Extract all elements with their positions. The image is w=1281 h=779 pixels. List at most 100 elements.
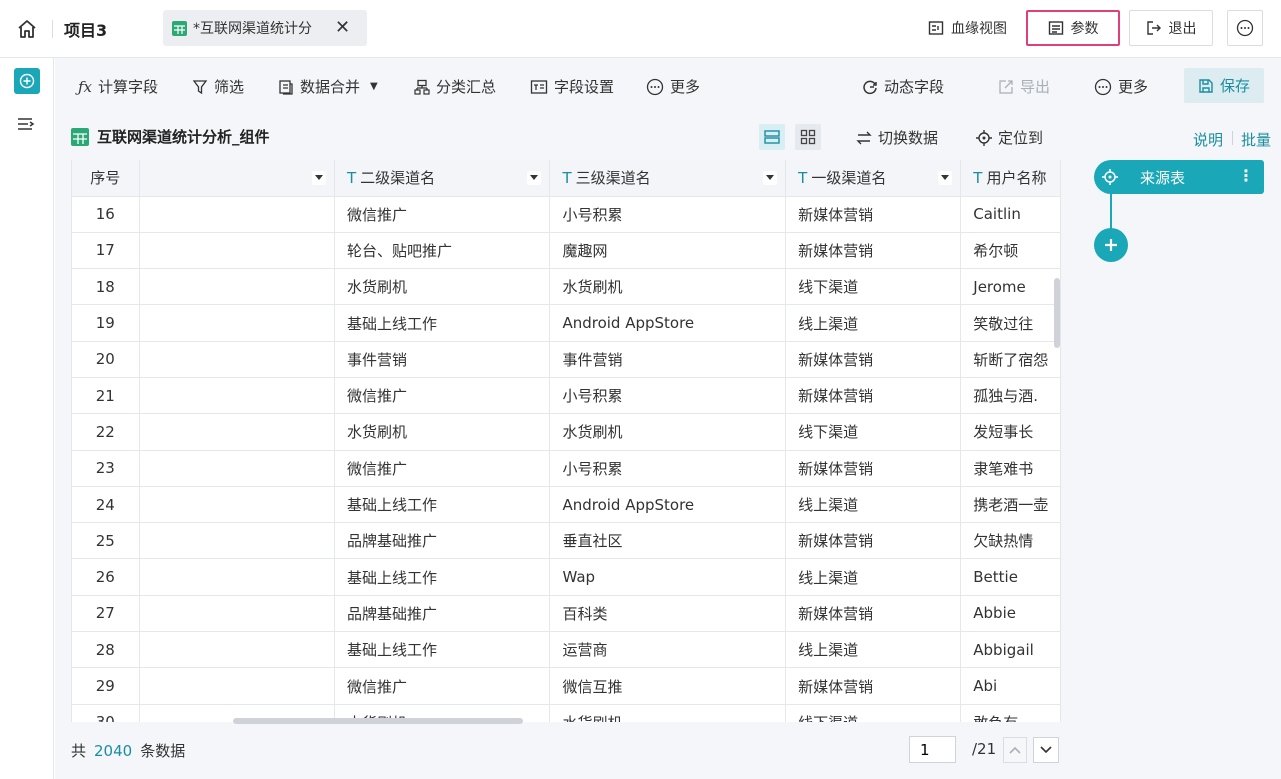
prev-page-icon[interactable] bbox=[1003, 737, 1027, 763]
more-right-button[interactable]: 更多 bbox=[1094, 76, 1148, 97]
params-icon bbox=[1048, 21, 1063, 35]
panel-title-text: 互联网渠道统计分析_组件 bbox=[97, 128, 270, 146]
group-icon bbox=[414, 79, 430, 95]
table-row[interactable]: 18 水货刷机 水货刷机 线下渠道 Jerome bbox=[72, 268, 1061, 306]
table-cell: 21 bbox=[72, 377, 140, 415]
table-row[interactable]: 29 微信推广 微信互推 新媒体营销 Abi bbox=[72, 667, 1061, 705]
add-node-icon[interactable] bbox=[1094, 228, 1128, 262]
data-table: 序号 T 二级渠道名 T 三级渠道名 T 一级渠道名 T 用户名称 16 微信推… bbox=[71, 160, 1061, 722]
merge-button[interactable]: 数据合并 ▼ bbox=[278, 76, 378, 97]
text-type-icon: T bbox=[562, 169, 572, 188]
batch-link[interactable]: 批量 bbox=[1241, 129, 1271, 150]
table-row[interactable]: 24 基础上线工作 Android AppStore 线上渠道 携老酒一壶 bbox=[72, 486, 1061, 524]
more-right-label: 更多 bbox=[1118, 78, 1149, 96]
next-page-icon[interactable] bbox=[1033, 737, 1059, 763]
group-summary-label: 分类汇总 bbox=[436, 78, 497, 96]
vertical-scrollbar[interactable] bbox=[1054, 278, 1060, 348]
source-table-node[interactable]: 来源表 ⋮ bbox=[1094, 160, 1264, 194]
row-view-icon[interactable] bbox=[759, 124, 785, 150]
switch-data-button[interactable]: 切换数据 bbox=[856, 127, 938, 148]
table-cell: 新媒体营销 bbox=[785, 595, 962, 633]
export-button[interactable]: 导出 bbox=[998, 76, 1050, 97]
column-header[interactable]: T 用户名称 bbox=[960, 160, 1061, 197]
table-cell: 轮台、贴吧推广 bbox=[334, 232, 551, 270]
project-name[interactable]: 项目3 bbox=[64, 17, 107, 41]
filter-icon bbox=[192, 79, 208, 94]
table-row[interactable]: 20 事件营销 事件营销 新媒体营销 斩断了宿怨 bbox=[72, 341, 1061, 378]
table-cell: 微信推广 bbox=[334, 450, 551, 487]
column-header[interactable] bbox=[139, 160, 335, 197]
table-cell bbox=[139, 667, 335, 705]
list-icon[interactable] bbox=[16, 116, 38, 136]
more-left-label: 更多 bbox=[670, 78, 701, 96]
table-row[interactable]: 27 品牌基础推广 百科类 新媒体营销 Abbie bbox=[72, 595, 1061, 633]
explain-link[interactable]: 说明 bbox=[1193, 129, 1223, 150]
kebab-menu-icon[interactable]: ⋮ bbox=[1238, 166, 1254, 185]
table-row[interactable]: 26 基础上线工作 Wap 线上渠道 Bettie bbox=[72, 558, 1061, 596]
group-summary-button[interactable]: 分类汇总 bbox=[414, 76, 496, 97]
locate-icon bbox=[1094, 169, 1126, 185]
calc-field-button[interactable]: ƒx 计算字段 bbox=[78, 76, 158, 97]
logout-button[interactable]: 退出 bbox=[1129, 10, 1213, 46]
column-header[interactable]: T 三级渠道名 bbox=[549, 160, 787, 197]
home-icon[interactable] bbox=[14, 16, 40, 42]
tab-title: *互联网渠道统计分 bbox=[193, 21, 312, 37]
table-row[interactable]: 30水货刷机水货刷机线下渠道敢负有 bbox=[72, 704, 1061, 722]
dropdown-icon[interactable] bbox=[527, 171, 542, 185]
table-cell: Abbie bbox=[960, 595, 1061, 633]
logout-icon bbox=[1146, 21, 1161, 35]
table-row[interactable]: 16 微信推广 小号积累 新媒体营销 Caitlin bbox=[72, 196, 1061, 233]
params-label: 参数 bbox=[1070, 21, 1099, 37]
params-button[interactable]: 参数 bbox=[1026, 10, 1120, 46]
table-cell: 小号积累 bbox=[549, 196, 787, 233]
filter-button[interactable]: 筛选 bbox=[192, 76, 244, 97]
logout-label: 退出 bbox=[1168, 21, 1197, 37]
table-row[interactable]: 23 微信推广 小号积累 新媒体营销 隶笔难书 bbox=[72, 450, 1061, 487]
table-cell bbox=[139, 413, 335, 451]
table-cell: 希尔顿 bbox=[960, 232, 1061, 270]
table-row[interactable]: 22 水货刷机 水货刷机 线下渠道 发短事长 bbox=[72, 413, 1061, 451]
table-row[interactable]: 25 品牌基础推广 垂直社区 新媒体营销 欠缺热情 bbox=[72, 522, 1061, 560]
close-icon[interactable]: ✕ bbox=[335, 19, 350, 37]
table-cell: 百科类 bbox=[549, 595, 787, 633]
column-header[interactable]: T 二级渠道名 bbox=[334, 160, 551, 197]
horizontal-scrollbar[interactable] bbox=[233, 718, 523, 724]
table-row[interactable]: 28 基础上线工作 运营商 线上渠道 Abbigail bbox=[72, 631, 1061, 669]
save-button[interactable]: 保存 bbox=[1184, 68, 1264, 103]
table-cell: 新媒体营销 bbox=[785, 522, 962, 560]
table-cell: 27 bbox=[72, 595, 140, 633]
lineage-view-button[interactable]: 血缘视图 bbox=[928, 18, 1007, 38]
table-cell: 30 bbox=[72, 704, 140, 722]
table-cell: 线上渠道 bbox=[785, 631, 962, 669]
table-cell: 26 bbox=[72, 558, 140, 596]
table-cell: 19 bbox=[72, 304, 140, 342]
grid-view-icon[interactable] bbox=[795, 124, 821, 150]
table-cell: 笑敬过往 bbox=[960, 304, 1061, 342]
dropdown-icon[interactable] bbox=[938, 171, 953, 185]
column-header[interactable]: T 一级渠道名 bbox=[785, 160, 962, 197]
column-header: 序号 bbox=[72, 160, 140, 197]
table-cell: 微信推广 bbox=[334, 667, 551, 705]
field-settings-button[interactable]: 字段设置 bbox=[530, 76, 614, 97]
table-row[interactable]: 17 轮台、贴吧推广 魔趣网 新媒体营销 希尔顿 bbox=[72, 232, 1061, 270]
dropdown-icon[interactable] bbox=[311, 171, 326, 185]
table-row[interactable]: 21 微信推广 小号积累 新媒体营销 孤独与酒. bbox=[72, 377, 1061, 415]
table-cell: 垂直社区 bbox=[549, 522, 787, 560]
table-cell: 隶笔难书 bbox=[960, 450, 1061, 487]
more-left-button[interactable]: 更多 bbox=[646, 76, 700, 97]
text-type-icon: T bbox=[798, 169, 808, 188]
save-label: 保存 bbox=[1219, 77, 1250, 95]
dropdown-icon[interactable] bbox=[763, 171, 778, 185]
tab-analysis[interactable]: *互联网渠道统计分 ✕ bbox=[163, 10, 367, 46]
table-cell bbox=[139, 631, 335, 669]
more-icon[interactable] bbox=[1227, 10, 1263, 46]
table-row[interactable]: 19 基础上线工作 Android AppStore 线上渠道 笑敬过往 bbox=[72, 304, 1061, 342]
add-icon[interactable] bbox=[14, 68, 40, 94]
locate-button[interactable]: 定位到 bbox=[976, 127, 1043, 148]
dynamic-field-button[interactable]: 动态字段 bbox=[862, 76, 944, 97]
table-cell: Wap bbox=[549, 558, 787, 596]
left-rail bbox=[0, 58, 54, 779]
page-input[interactable] bbox=[909, 736, 956, 763]
table-cell bbox=[139, 196, 335, 233]
table-cell: 线上渠道 bbox=[785, 304, 962, 342]
